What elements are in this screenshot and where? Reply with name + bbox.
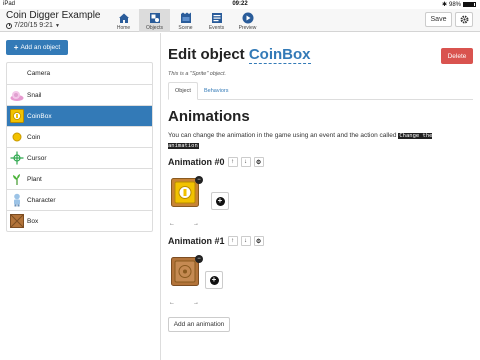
objects-list: Camera Snail CoinBox Coin Cursor Plant C… <box>6 62 153 232</box>
tab-home-label: Home <box>116 25 131 31</box>
add-object-label: Add an object <box>20 44 61 51</box>
object-item-coinbox[interactable]: CoinBox <box>7 105 152 126</box>
animation-0-label: Animation #0 <box>168 157 225 167</box>
animations-description-text: You can change the animation in the game… <box>168 132 397 139</box>
tab-scene-label: Scene <box>178 25 193 31</box>
cursor-icon <box>10 151 24 165</box>
delete-button[interactable]: Delete <box>441 48 473 64</box>
arrow-left-icon[interactable]: ← <box>169 300 175 306</box>
clock-icon <box>6 22 12 29</box>
move-up-button[interactable]: ↑ <box>227 157 238 167</box>
object-item-camera[interactable]: Camera <box>7 63 152 84</box>
nav-tabs: Home Objects Scene Events Preview <box>108 9 263 32</box>
add-frame-button[interactable]: + <box>205 271 223 289</box>
add-animation-button[interactable]: Add an animation <box>168 317 230 332</box>
object-item-plant[interactable]: Plant <box>7 168 152 189</box>
plus-circle-icon: + <box>215 196 225 206</box>
plus-icon: + <box>13 43 19 52</box>
events-icon <box>211 13 222 23</box>
remove-frame-icon[interactable]: − <box>195 176 203 184</box>
arrow-right-icon[interactable]: → <box>193 300 199 306</box>
object-item-cursor[interactable]: Cursor <box>7 147 152 168</box>
add-frame-button[interactable]: + <box>211 192 229 210</box>
object-item-label: CoinBox <box>27 112 52 120</box>
clock-time: 09:22 <box>232 1 248 7</box>
object-item-label: Cursor <box>27 154 47 162</box>
battery-percent: 98% <box>448 1 461 8</box>
coinbox-icon <box>10 109 24 123</box>
project-date: 7/20/15 9:21 <box>14 22 53 29</box>
project-date-selector[interactable]: 7/20/15 9:21 ▼ <box>6 22 60 29</box>
tab-preview-label: Preview <box>238 25 257 31</box>
bluetooth-icon: ✱ <box>441 2 447 8</box>
editor-tabs: Object Behaviors <box>168 82 473 100</box>
arrow-left-icon[interactable]: ← <box>169 221 175 227</box>
object-name-editable[interactable]: CoinBox <box>248 46 311 64</box>
project-title: Coin Digger Example <box>6 10 101 21</box>
plus-circle-icon: + <box>209 275 219 285</box>
objects-icon <box>149 13 160 23</box>
animations-description: You can change the animation in the game… <box>168 131 448 151</box>
battery-icon <box>463 2 476 7</box>
animation-1-header: Animation #1 ↑ ↓ ⚙ <box>168 236 264 246</box>
object-item-coin[interactable]: Coin <box>7 126 152 147</box>
scene-icon <box>180 12 191 23</box>
object-item-label: Box <box>27 217 39 225</box>
save-button[interactable]: Save <box>425 12 452 27</box>
home-icon <box>118 13 129 23</box>
preview-icon <box>242 12 253 24</box>
object-editor: Edit object CoinBox This is a "Sprite" o… <box>168 33 474 360</box>
tab-events-label: Events <box>208 25 225 31</box>
animations-heading: Animations <box>168 108 250 125</box>
battery-status: ✱ 98% <box>442 1 476 8</box>
object-item-character[interactable]: Character <box>7 189 152 210</box>
object-item-label: Camera <box>27 70 51 77</box>
object-item-snail[interactable]: Snail <box>7 84 152 105</box>
animation-1-label: Animation #1 <box>168 236 225 246</box>
settings-button[interactable] <box>455 12 473 27</box>
add-object-button[interactable]: + Add an object <box>6 40 68 55</box>
tab-behaviors[interactable]: Behaviors <box>198 82 234 100</box>
animation-settings-button[interactable]: ⚙ <box>253 157 264 167</box>
tab-objects[interactable]: Objects <box>139 9 170 32</box>
remove-frame-icon[interactable]: − <box>195 255 203 263</box>
tab-events[interactable]: Events <box>201 9 232 32</box>
move-down-button[interactable]: ↓ <box>240 157 251 167</box>
snail-icon <box>10 91 24 101</box>
move-up-button[interactable]: ↑ <box>227 236 238 246</box>
frame-reorder-arrows: ← → <box>169 300 199 306</box>
tab-scene[interactable]: Scene <box>170 9 201 32</box>
frame-reorder-arrows: ← → <box>169 221 199 227</box>
object-item-label: Coin <box>27 133 41 141</box>
object-item-box[interactable]: Box <box>7 210 152 231</box>
character-icon <box>14 193 20 207</box>
coin-icon <box>12 132 22 142</box>
gear-icon <box>460 15 468 24</box>
plant-icon <box>13 174 20 185</box>
object-item-label: Snail <box>27 91 42 99</box>
tab-objects-label: Objects <box>146 25 163 31</box>
move-down-button[interactable]: ↓ <box>240 236 251 246</box>
camera-icon <box>10 67 24 81</box>
animation-0-header: Animation #0 ↑ ↓ ⚙ <box>168 157 264 167</box>
tab-object[interactable]: Object <box>168 82 198 100</box>
page-title-prefix: Edit object <box>168 46 245 63</box>
animation-settings-button[interactable]: ⚙ <box>253 236 264 246</box>
object-type-subtitle: This is a "Sprite" object. <box>168 71 227 77</box>
object-item-label: Plant <box>27 175 42 183</box>
tab-home[interactable]: Home <box>108 9 139 32</box>
top-toolbar: Coin Digger Example 7/20/15 9:21 ▼ Home … <box>0 9 480 32</box>
page-title: Edit object CoinBox <box>168 46 311 64</box>
tab-preview[interactable]: Preview <box>232 9 263 32</box>
object-item-label: Character <box>27 196 56 204</box>
arrow-right-icon[interactable]: → <box>193 221 199 227</box>
objects-panel: + Add an object Camera Snail CoinBox Coi… <box>0 33 161 360</box>
status-bar: iPad 09:22 ✱ 98% <box>0 0 480 9</box>
box-icon <box>10 214 24 228</box>
chevron-down-icon: ▼ <box>54 22 60 29</box>
